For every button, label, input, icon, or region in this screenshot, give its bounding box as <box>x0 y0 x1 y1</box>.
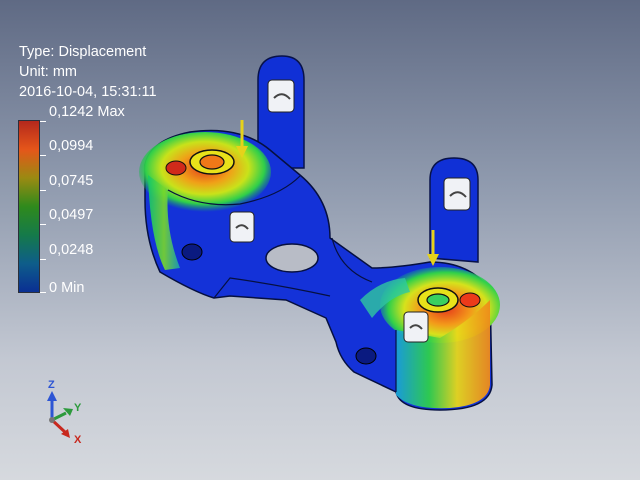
part-model-view <box>139 55 500 411</box>
legend-tick-3 <box>40 224 46 225</box>
legend-value-label: 0,0248 <box>49 242 94 258</box>
triad-y-label: Y <box>74 402 82 414</box>
legend-max-label: 0,1242 Max <box>49 104 125 120</box>
view-orientation-triad[interactable]: Z Y X <box>30 380 90 450</box>
legend-tick-1 <box>40 155 46 156</box>
triad-x-label: X <box>74 434 82 446</box>
legend-value-label: 0,0994 <box>49 138 94 154</box>
triad-z-label: Z <box>48 379 55 391</box>
displacement-color-bar <box>18 120 40 293</box>
legend-tick-2 <box>40 190 46 191</box>
result-type-label: Type: Displacement <box>19 44 147 60</box>
legend-min-label: 0 Min <box>49 280 85 296</box>
result-timestamp-label: 2016-10-04, 15:31:11 <box>19 84 157 100</box>
result-unit-label: Unit: mm <box>19 64 77 80</box>
legend-tick-4 <box>40 259 46 260</box>
legend-value-label: 0,0497 <box>49 207 94 223</box>
legend-value-label: 0,0745 <box>49 173 94 189</box>
center-cutout <box>265 243 319 273</box>
legend-tick-min <box>40 292 46 293</box>
legend-tick-max <box>40 121 46 122</box>
